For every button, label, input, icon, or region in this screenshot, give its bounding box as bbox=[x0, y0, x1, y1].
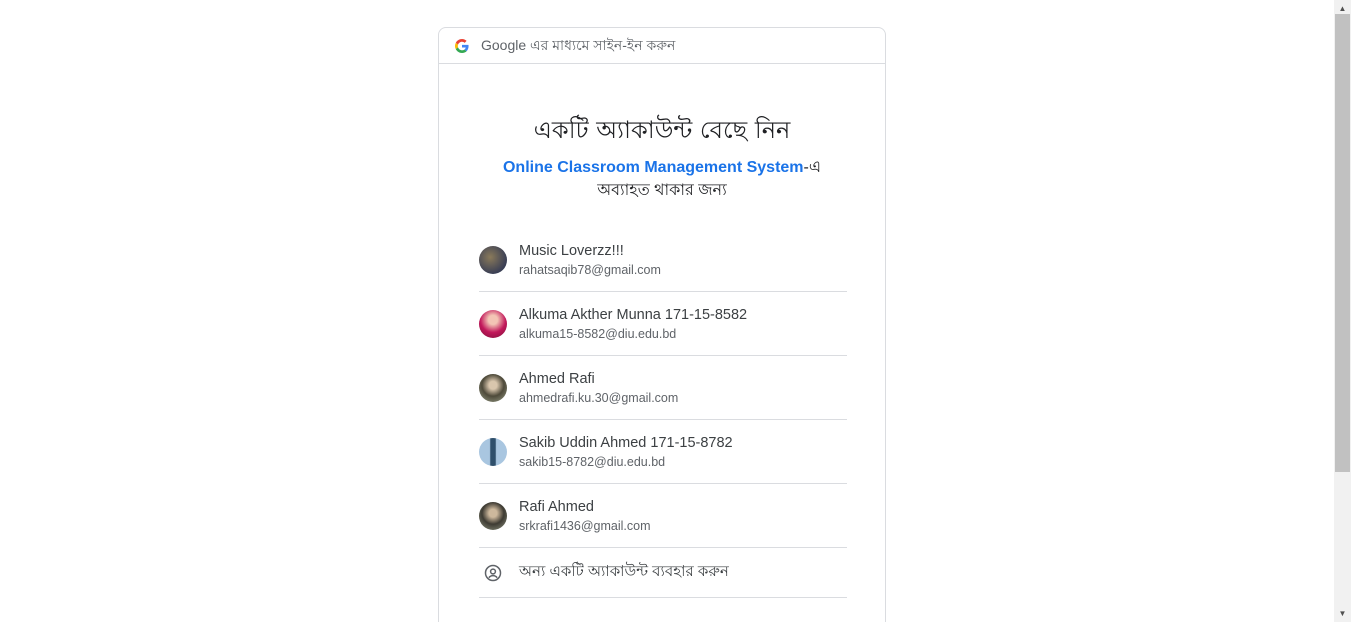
page-subtitle: Online Classroom Management System-এ অব্… bbox=[439, 156, 885, 202]
account-email: srkrafi1436@gmail.com bbox=[519, 518, 651, 533]
subtitle-suffix: -এ bbox=[803, 159, 822, 176]
account-email: sakib15-8782@diu.edu.bd bbox=[519, 454, 666, 469]
avatar bbox=[479, 437, 507, 466]
account-item[interactable]: Sakib Uddin Ahmed 171-15-8782 sakib15-87… bbox=[479, 420, 847, 484]
scroll-thumb[interactable] bbox=[1335, 14, 1350, 472]
account-list: Music Loverzz!!! rahatsaqib78@gmail.com … bbox=[479, 228, 847, 598]
account-item[interactable]: Alkuma Akther Munna 171-15-8582 alkuma15… bbox=[479, 292, 847, 356]
page-title: একটি অ্যাকাউন্ট বেছে নিন bbox=[533, 116, 791, 144]
avatar bbox=[479, 373, 507, 402]
account-text: Rafi Ahmed srkrafi1436@gmail.com bbox=[519, 497, 650, 535]
account-name: Music Loverzz!!! bbox=[519, 242, 624, 259]
use-another-account-label: অন্য একটি অ্যাকাউন্ট ব্যবহার করুন bbox=[519, 563, 729, 580]
account-name: Alkuma Akther Munna 171-15-8582 bbox=[519, 306, 748, 323]
account-circle-icon bbox=[479, 559, 507, 587]
card-header: Google এর মাধ্যমে সাইন-ইন করুন bbox=[439, 28, 885, 64]
account-email: ahmedrafi.ku.30@gmail.com bbox=[519, 390, 679, 405]
account-item[interactable]: Music Loverzz!!! rahatsaqib78@gmail.com bbox=[479, 228, 847, 292]
account-email: alkuma15-8582@diu.edu.bd bbox=[519, 326, 677, 341]
account-name: Sakib Uddin Ahmed 171-15-8782 bbox=[519, 434, 733, 451]
account-email: rahatsaqib78@gmail.com bbox=[519, 262, 661, 277]
account-item[interactable]: Rafi Ahmed srkrafi1436@gmail.com bbox=[479, 484, 847, 548]
account-name: Ahmed Rafi bbox=[519, 370, 595, 387]
avatar bbox=[479, 501, 507, 530]
vertical-scrollbar[interactable]: ▲ ▼ bbox=[1334, 0, 1351, 622]
account-text: Alkuma Akther Munna 171-15-8582 alkuma15… bbox=[519, 305, 747, 343]
account-text: Ahmed Rafi ahmedrafi.ku.30@gmail.com bbox=[519, 369, 678, 407]
account-chooser-card: Google এর মাধ্যমে সাইন-ইন করুন একটি অ্যা… bbox=[438, 27, 886, 622]
scroll-down-arrow-icon[interactable]: ▼ bbox=[1334, 605, 1351, 622]
app-name-link[interactable]: Online Classroom Management System bbox=[503, 159, 804, 176]
header-label: Google এর মাধ্যমে সাইন-ইন করুন bbox=[481, 36, 676, 53]
avatar bbox=[479, 309, 507, 338]
account-name: Rafi Ahmed bbox=[519, 498, 594, 515]
page: Google এর মাধ্যমে সাইন-ইন করুন একটি অ্যা… bbox=[0, 0, 1351, 622]
account-item[interactable]: Ahmed Rafi ahmedrafi.ku.30@gmail.com bbox=[479, 356, 847, 420]
account-text: Sakib Uddin Ahmed 171-15-8782 sakib15-87… bbox=[519, 433, 733, 471]
avatar bbox=[479, 245, 507, 274]
google-g-icon bbox=[455, 38, 469, 53]
use-another-account-button[interactable]: অন্য একটি অ্যাকাউন্ট ব্যবহার করুন bbox=[479, 548, 847, 598]
account-text: Music Loverzz!!! rahatsaqib78@gmail.com bbox=[519, 241, 661, 279]
subtitle-line2: অব্যাহত থাকার জন্য bbox=[597, 182, 727, 199]
